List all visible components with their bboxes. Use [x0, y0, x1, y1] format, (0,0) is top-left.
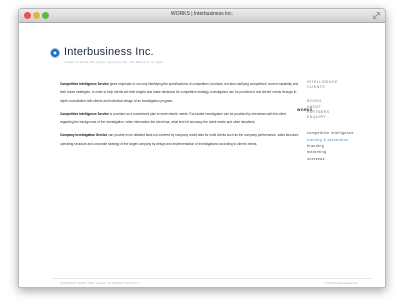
title-bar: WORKS | Interbusiness Inc. — [19, 9, 385, 23]
copyright: © 2013 Interbusiness Inc. — [324, 281, 359, 285]
service-paragraph: Competitive intelligence Service gives e… — [60, 80, 300, 105]
web-page: Interbusiness Inc. I want to know the gi… — [19, 23, 385, 287]
subnav-item-overseas[interactable]: overseas — [307, 156, 377, 162]
service-heading: Company Investigation Service — [60, 133, 108, 138]
service-heading: Competitive intelligence Service — [60, 82, 109, 86]
nav-item-works[interactable]: WORKS — [297, 108, 313, 113]
logo-icon[interactable] — [50, 48, 60, 58]
brand-name[interactable]: Interbusiness Inc. — [64, 46, 154, 58]
main-content: Competitive intelligence Service gives e… — [60, 80, 300, 153]
footer-divider — [52, 278, 372, 279]
window-title: WORKS | Interbusiness Inc. — [170, 11, 234, 17]
footer-links[interactable]: COMPANY INFO AND LEGAL SITEMAP PRIVACY — [60, 281, 139, 285]
service-paragraph: Competitive intelligence Service is prov… — [60, 110, 300, 127]
browser-window: WORKS | Interbusiness Inc. Interbusiness… — [18, 8, 386, 288]
service-paragraph: Company Investigation Service can provid… — [60, 131, 300, 148]
site-nav: INTELLIGENCE CLIENTS WORKS BOOKS ABOUT P… — [297, 80, 377, 162]
service-heading: Competitive intelligence Service — [60, 111, 109, 116]
fullscreen-icon[interactable] — [373, 12, 380, 19]
brand-tagline: I want to know the giant, going to be, n… — [64, 60, 165, 64]
